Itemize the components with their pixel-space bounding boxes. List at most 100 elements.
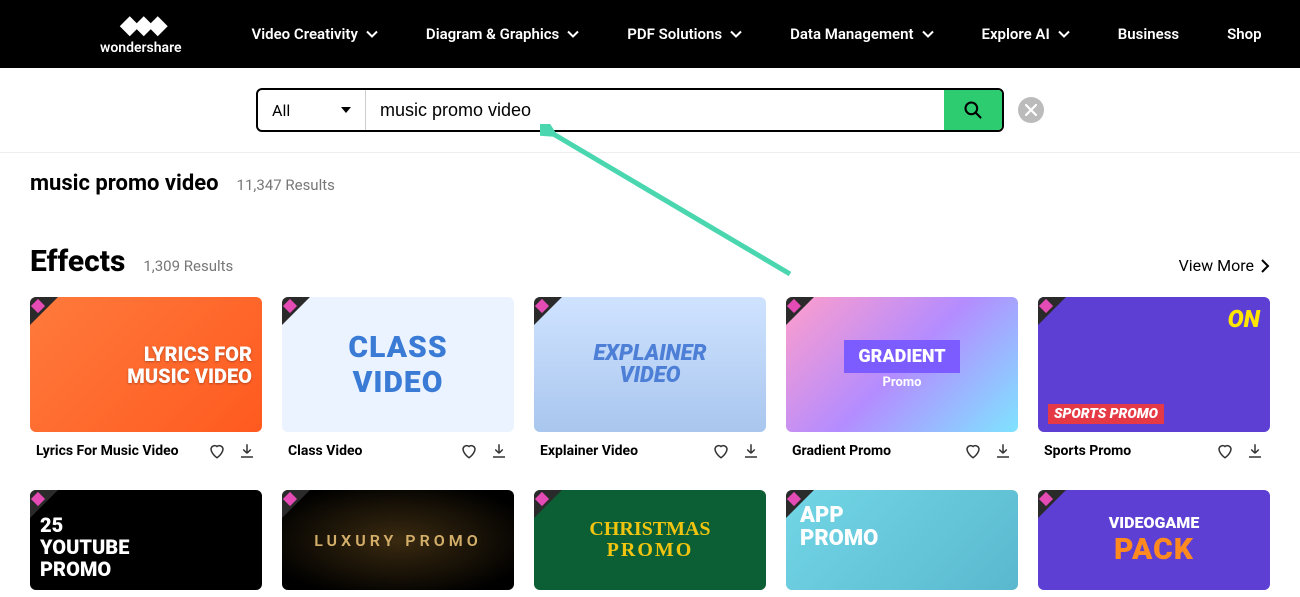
effects-grid-row1: LYRICS FOR MUSIC VIDEO Lyrics For Music … bbox=[30, 297, 1270, 464]
heart-icon[interactable] bbox=[712, 442, 730, 460]
category-label: All bbox=[272, 101, 290, 120]
heart-icon[interactable] bbox=[964, 442, 982, 460]
nav-label: Explore AI bbox=[982, 25, 1050, 43]
nav-explore-ai[interactable]: Explore AI bbox=[982, 25, 1070, 43]
section-count: 1,309 Results bbox=[143, 257, 233, 275]
download-icon[interactable] bbox=[742, 442, 760, 460]
effect-card[interactable]: CHRISTMAS PROMO bbox=[534, 490, 766, 590]
effect-card[interactable]: LYRICS FOR MUSIC VIDEO Lyrics For Music … bbox=[30, 297, 262, 464]
view-more-label: View More bbox=[1179, 256, 1254, 275]
brand-logo[interactable]: ◆◆◆ wondershare bbox=[100, 12, 182, 56]
nav-pdf-solutions[interactable]: PDF Solutions bbox=[627, 25, 742, 43]
thumb-text: CHRISTMAS bbox=[589, 519, 710, 539]
premium-badge-icon bbox=[1038, 490, 1066, 518]
effect-card[interactable]: LUXURY PROMO bbox=[282, 490, 514, 590]
search-area: All bbox=[0, 68, 1300, 153]
section-title: Effects bbox=[30, 244, 125, 279]
thumb-text-sub: PROMO bbox=[607, 539, 694, 562]
category-select[interactable]: All bbox=[258, 90, 366, 130]
top-nav: ◆◆◆ wondershare Video Creativity Diagram… bbox=[0, 0, 1300, 68]
premium-badge-icon bbox=[534, 297, 562, 325]
query-echo: music promo video bbox=[30, 171, 219, 196]
card-title: Class Video bbox=[288, 443, 362, 459]
close-icon bbox=[1025, 104, 1037, 116]
premium-badge-icon bbox=[30, 297, 58, 325]
thumb-text: GRADIENT bbox=[844, 340, 959, 373]
nav-label: Shop bbox=[1227, 25, 1261, 43]
thumb-text-sub: PACK bbox=[1114, 532, 1194, 567]
premium-badge-icon bbox=[786, 297, 814, 325]
thumb-text: ON bbox=[1228, 305, 1260, 333]
effect-card[interactable]: GRADIENT Promo Gradient Promo bbox=[786, 297, 1018, 464]
brand-name: wondershare bbox=[100, 40, 182, 56]
thumb-text: APP PROMO bbox=[800, 504, 878, 550]
heart-icon[interactable] bbox=[460, 442, 478, 460]
nav-diagram-graphics[interactable]: Diagram & Graphics bbox=[426, 25, 579, 43]
nav-business[interactable]: Business bbox=[1118, 25, 1179, 43]
view-more-link[interactable]: View More bbox=[1179, 256, 1270, 275]
chevron-down-icon bbox=[922, 28, 934, 40]
results-count: 11,347 Results bbox=[237, 176, 335, 194]
download-icon[interactable] bbox=[490, 442, 508, 460]
search-button[interactable] bbox=[944, 90, 1002, 130]
card-title: Gradient Promo bbox=[792, 443, 891, 459]
clear-search-button[interactable] bbox=[1018, 97, 1044, 123]
chevron-down-icon bbox=[730, 28, 742, 40]
download-icon[interactable] bbox=[1246, 442, 1264, 460]
thumb-text: CLASS VIDEO bbox=[348, 330, 447, 400]
card-title: Lyrics For Music Video bbox=[36, 443, 179, 459]
thumb-text: 25 YOUTUBE PROMO bbox=[40, 514, 129, 580]
content: music promo video 11,347 Results Effects… bbox=[0, 153, 1300, 590]
effect-card[interactable]: EXPLAINER VIDEO Explainer Video bbox=[534, 297, 766, 464]
download-icon[interactable] bbox=[994, 442, 1012, 460]
brand-icon: ◆◆◆ bbox=[120, 12, 162, 38]
thumbnail: EXPLAINER VIDEO bbox=[534, 297, 766, 432]
thumbnail: LUXURY PROMO bbox=[282, 490, 514, 590]
thumbnail: 25 YOUTUBE PROMO bbox=[30, 490, 262, 590]
effects-grid-row2: 25 YOUTUBE PROMO LUXURY PROMO CHRISTMAS … bbox=[30, 490, 1270, 590]
effect-card[interactable]: VIDEOGAME PACK bbox=[1038, 490, 1270, 590]
thumb-text-sub: SPORTS PROMO bbox=[1048, 404, 1164, 424]
premium-badge-icon bbox=[282, 490, 310, 518]
thumb-text: VIDEOGAME bbox=[1109, 513, 1200, 532]
effect-card[interactable]: ON SPORTS PROMO Sports Promo bbox=[1038, 297, 1270, 464]
nav-label: Data Management bbox=[790, 25, 913, 43]
chevron-down-icon bbox=[1058, 28, 1070, 40]
download-icon[interactable] bbox=[238, 442, 256, 460]
section-header: Effects 1,309 Results View More bbox=[30, 244, 1270, 279]
premium-badge-icon bbox=[534, 490, 562, 518]
nav-label: Video Creativity bbox=[252, 25, 358, 43]
results-header: music promo video 11,347 Results bbox=[30, 171, 1270, 196]
chevron-down-icon bbox=[366, 28, 378, 40]
thumbnail: GRADIENT Promo bbox=[786, 297, 1018, 432]
premium-badge-icon bbox=[282, 297, 310, 325]
chevron-right-icon bbox=[1260, 259, 1270, 273]
heart-icon[interactable] bbox=[208, 442, 226, 460]
thumbnail: LYRICS FOR MUSIC VIDEO bbox=[30, 297, 262, 432]
heart-icon[interactable] bbox=[1216, 442, 1234, 460]
effect-card[interactable]: 25 YOUTUBE PROMO bbox=[30, 490, 262, 590]
search-box: All bbox=[256, 88, 1004, 132]
nav-shop[interactable]: Shop bbox=[1227, 25, 1261, 43]
thumb-text: LUXURY PROMO bbox=[314, 531, 482, 550]
chevron-down-icon bbox=[567, 28, 579, 40]
thumbnail: VIDEOGAME PACK bbox=[1038, 490, 1270, 590]
thumbnail: CHRISTMAS PROMO bbox=[534, 490, 766, 590]
premium-badge-icon bbox=[1038, 297, 1066, 325]
nav-label: Business bbox=[1118, 25, 1179, 43]
nav-label: PDF Solutions bbox=[627, 25, 722, 43]
thumb-text: LYRICS FOR MUSIC VIDEO bbox=[127, 343, 252, 387]
nav-label: Diagram & Graphics bbox=[426, 25, 559, 43]
effect-card[interactable]: APP PROMO bbox=[786, 490, 1018, 590]
search-input[interactable] bbox=[366, 90, 944, 130]
nav-data-management[interactable]: Data Management bbox=[790, 25, 933, 43]
card-title: Explainer Video bbox=[540, 443, 638, 459]
card-title: Sports Promo bbox=[1044, 443, 1131, 459]
thumbnail: ON SPORTS PROMO bbox=[1038, 297, 1270, 432]
thumb-text: EXPLAINER VIDEO bbox=[593, 343, 706, 387]
dropdown-caret-icon bbox=[341, 107, 351, 113]
thumb-text-sub: Promo bbox=[883, 375, 922, 390]
effect-card[interactable]: CLASS VIDEO Class Video bbox=[282, 297, 514, 464]
nav-video-creativity[interactable]: Video Creativity bbox=[252, 25, 378, 43]
nav-links: Video Creativity Diagram & Graphics PDF … bbox=[222, 25, 1270, 43]
